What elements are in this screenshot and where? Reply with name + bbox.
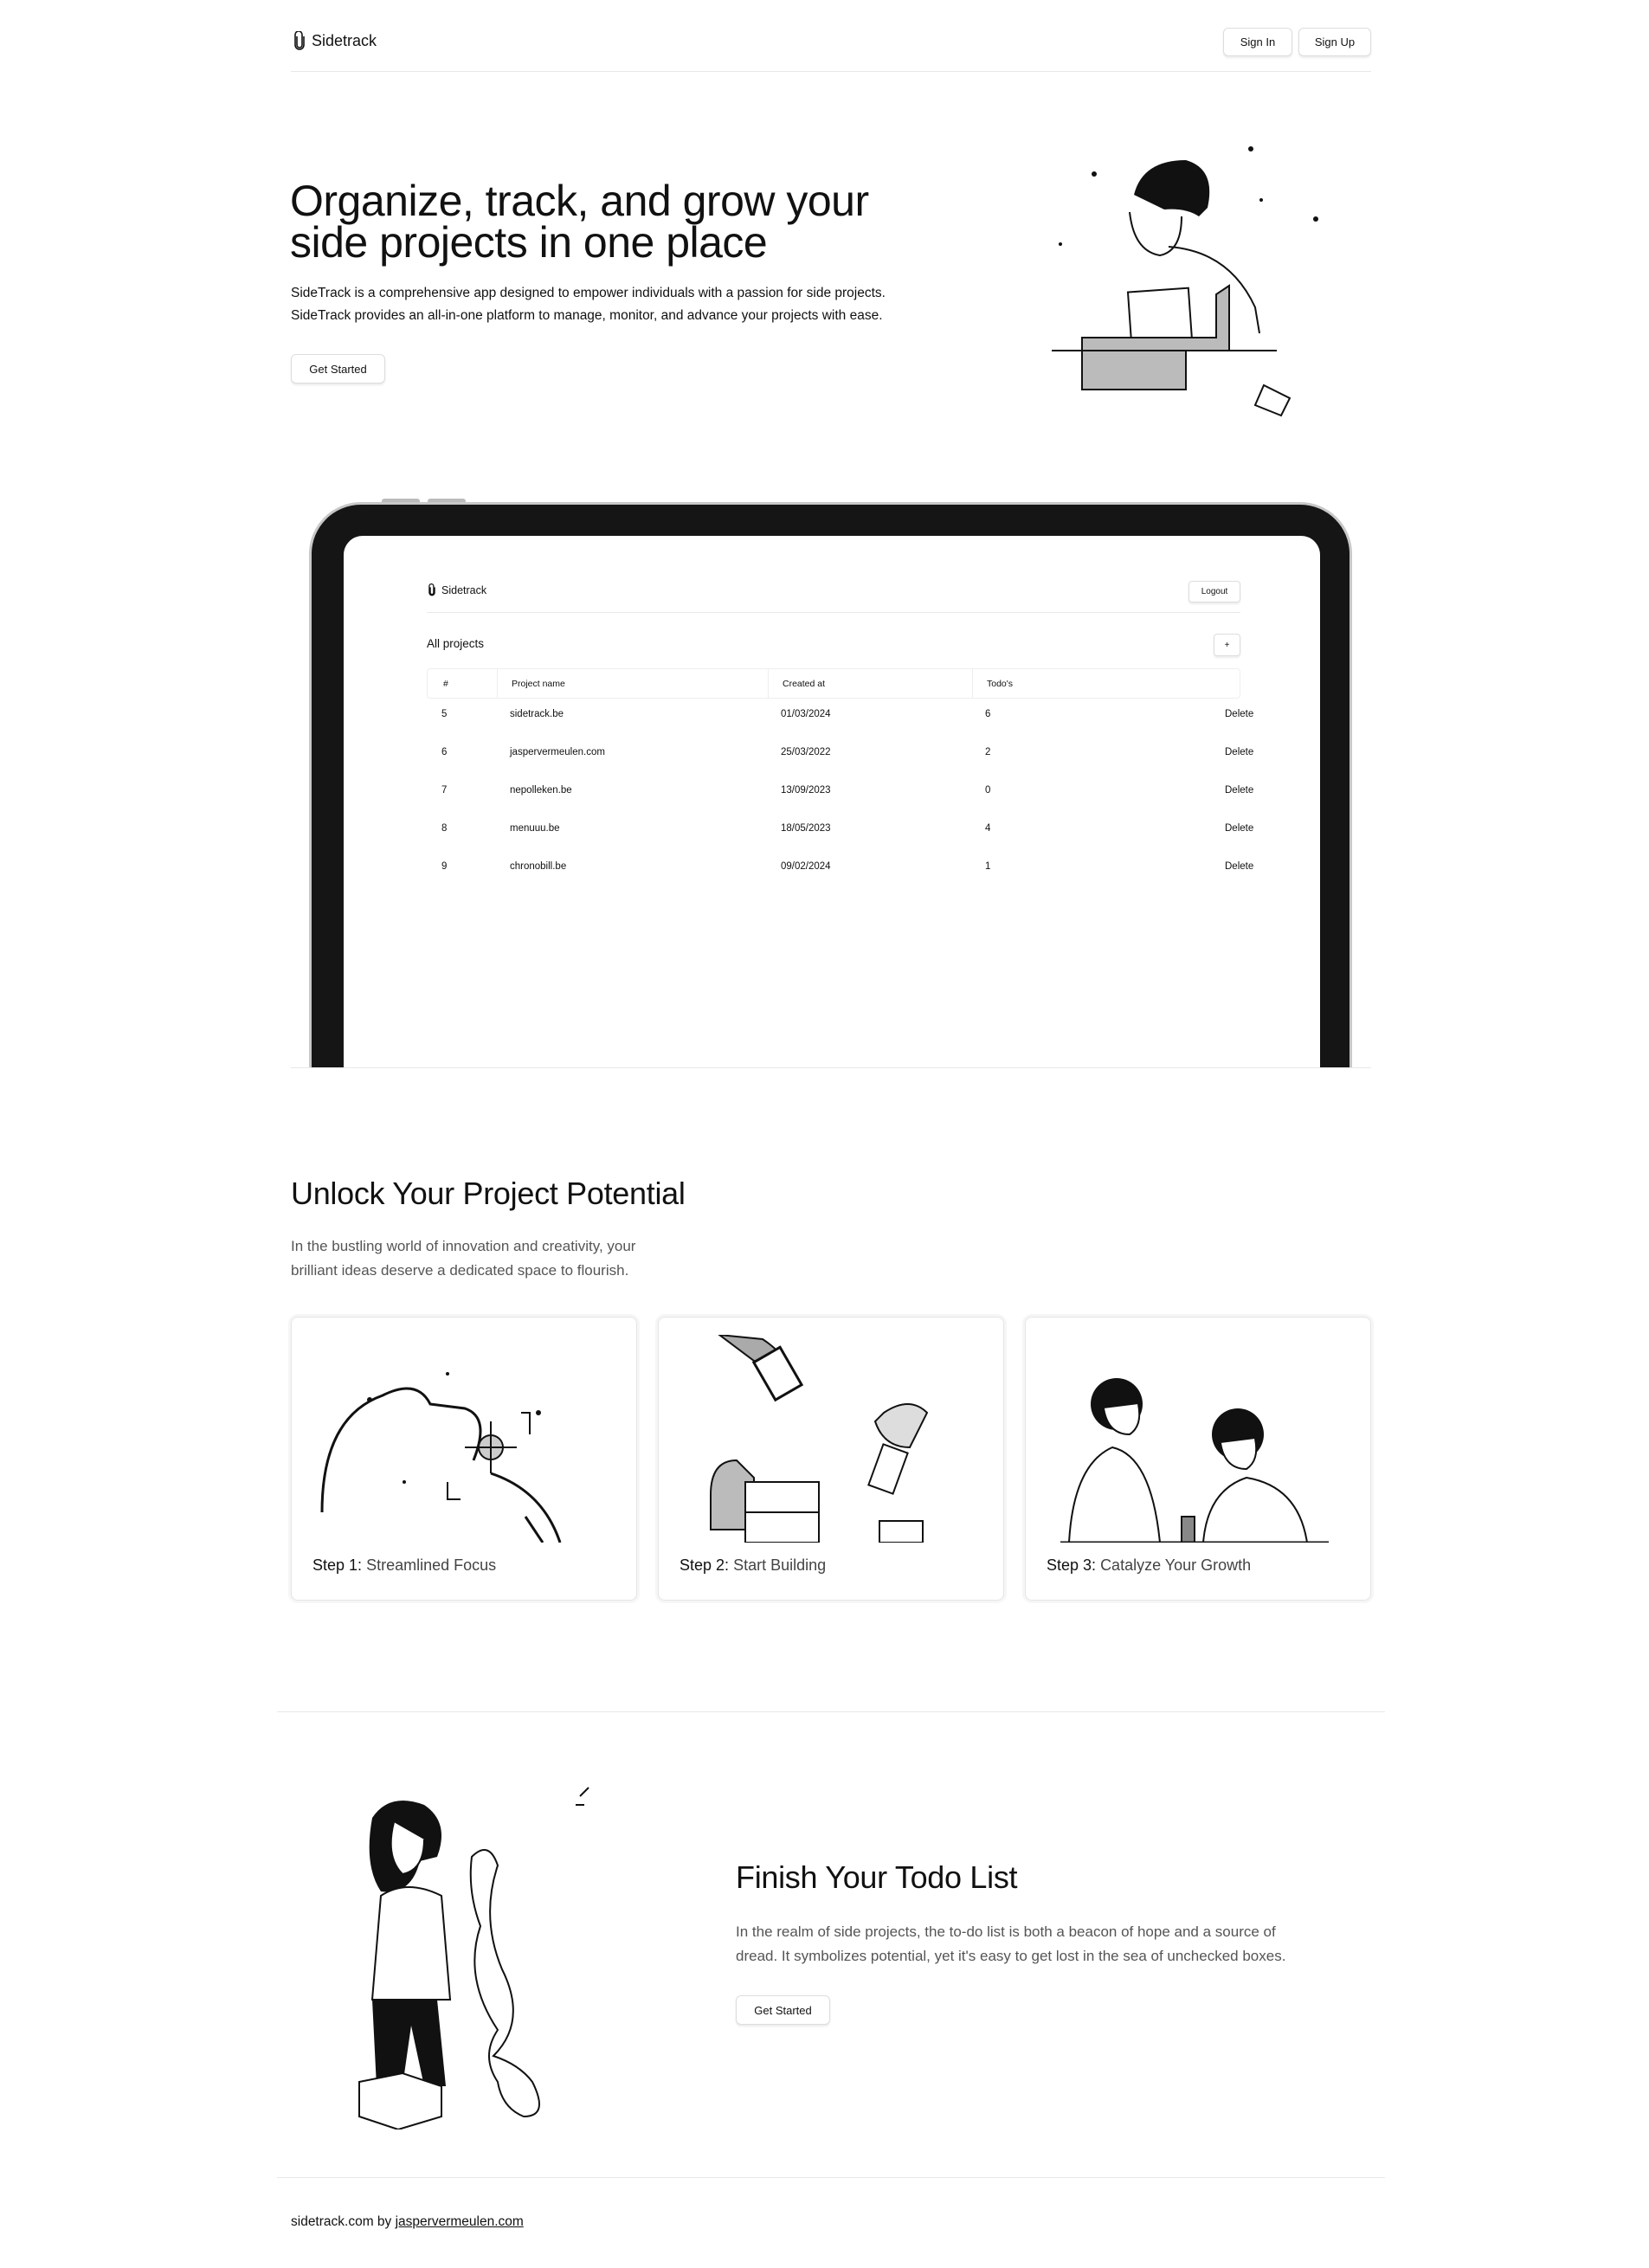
project-name: sidetrack.be [510,709,564,719]
nav-divider [291,71,1371,72]
building-illustration [710,1335,929,1543]
sign-up-button[interactable]: Sign Up [1298,28,1371,56]
todo-count: 0 [985,785,991,796]
todo-title: Finish Your Todo List [736,1859,1018,1895]
step-prefix: Step 1: [312,1556,363,1574]
hero-desc-line: SideTrack provides an all-in-one platfor… [291,308,883,323]
add-project-button[interactable]: + [1214,634,1240,656]
step-title: Catalyze Your Growth [1100,1556,1252,1574]
hero-title-line: Organize, track, and grow your [290,177,869,225]
todo-count: 6 [985,709,991,719]
row-id: 6 [441,747,448,757]
brand-logo[interactable]: Sidetrack [293,31,377,50]
row-id: 8 [441,823,448,834]
hero-title-line: side projects in one place [290,218,768,267]
created-at: 01/03/2024 [781,709,831,719]
hero-title: Organize, track, and grow your side proj… [290,177,869,267]
todo-description: In the realm of side projects, the to-do… [736,1920,1285,1968]
step-title: Start Building [733,1556,827,1574]
features-title: Unlock Your Project Potential [291,1176,686,1211]
sign-in-button[interactable]: Sign In [1223,28,1292,56]
column-header: Todo's [972,669,1013,698]
hero-illustration [1052,146,1318,417]
delete-button[interactable]: Delete [1225,785,1253,796]
hero-desc-line: SideTrack is a comprehensive app designe… [291,286,886,300]
step-label: Step 3: Catalyze Your Growth [1047,1556,1251,1575]
table-header: # Project name Created at Todo's [427,668,1240,699]
project-name: menuuu.be [510,823,560,834]
created-at: 09/02/2024 [781,861,831,872]
features-desc-line: brilliant ideas deserve a dedicated spac… [291,1262,629,1279]
row-id: 5 [441,709,448,719]
footer-text: sidetrack.com by [291,2214,396,2229]
growth-illustration [1060,1378,1329,1543]
app-brand-name: Sidetrack [441,583,487,596]
created-at: 25/03/2022 [781,747,831,757]
app-divider [427,612,1240,613]
column-header: Project name [497,669,565,698]
delete-button[interactable]: Delete [1225,747,1253,757]
get-started-button[interactable]: Get Started [291,354,385,383]
brand-name: Sidetrack [312,31,377,49]
logout-button[interactable]: Logout [1188,581,1240,602]
delete-button[interactable]: Delete [1225,709,1253,719]
column-header: Created at [768,669,825,698]
project-name: nepolleken.be [510,785,572,796]
delete-button[interactable]: Delete [1225,823,1253,834]
footer-author-link[interactable]: jaspervermeulen.com [396,2214,524,2229]
todo-count: 2 [985,747,991,757]
section-divider [291,1067,1371,1068]
section-divider [277,1711,1385,1712]
step-title: Streamlined Focus [366,1556,497,1574]
focus-illustration [320,1372,562,1543]
step-prefix: Step 2: [680,1556,730,1574]
project-name: chronobill.be [510,861,567,872]
created-at: 13/09/2023 [781,785,831,796]
footer: sidetrack.com by jaspervermeulen.com [291,2214,524,2230]
step-prefix: Step 3: [1047,1556,1097,1574]
app-brand: Sidetrack [428,583,486,596]
todo-desc-line: dread. It symbolizes potential, yet it's… [736,1948,1286,1964]
delete-button[interactable]: Delete [1225,861,1253,872]
step-card: Step 3: Catalyze Your Growth [1025,1317,1371,1601]
app-screen: Sidetrack Logout All projects + # Projec… [344,536,1320,1067]
todo-list-illustration [358,1787,589,2129]
footer-divider [277,2177,1385,2178]
todo-get-started-button[interactable]: Get Started [736,1995,830,2025]
created-at: 18/05/2023 [781,823,831,834]
project-name: jaspervermeulen.com [510,747,605,757]
section-title: All projects [427,637,485,650]
column-header: # [443,679,448,689]
todo-desc-line: In the realm of side projects, the to-do… [736,1923,1276,1940]
todo-count: 4 [985,823,991,834]
paperclip-icon [294,31,305,50]
paperclip-icon [428,583,435,596]
todo-count: 1 [985,861,991,872]
ipad-frame: Sidetrack Logout All projects + # Projec… [309,502,1352,1067]
step-card: Step 2: Start Building [658,1317,1004,1601]
features-description: In the bustling world of innovation and … [291,1234,635,1283]
row-id: 9 [441,861,448,872]
step-label: Step 1: Streamlined Focus [312,1556,496,1575]
step-card: Step 1: Streamlined Focus [291,1317,637,1601]
features-desc-line: In the bustling world of innovation and … [291,1238,636,1254]
hero-description: SideTrack is a comprehensive app designe… [291,282,886,327]
row-id: 7 [441,785,448,796]
step-label: Step 2: Start Building [680,1556,826,1575]
